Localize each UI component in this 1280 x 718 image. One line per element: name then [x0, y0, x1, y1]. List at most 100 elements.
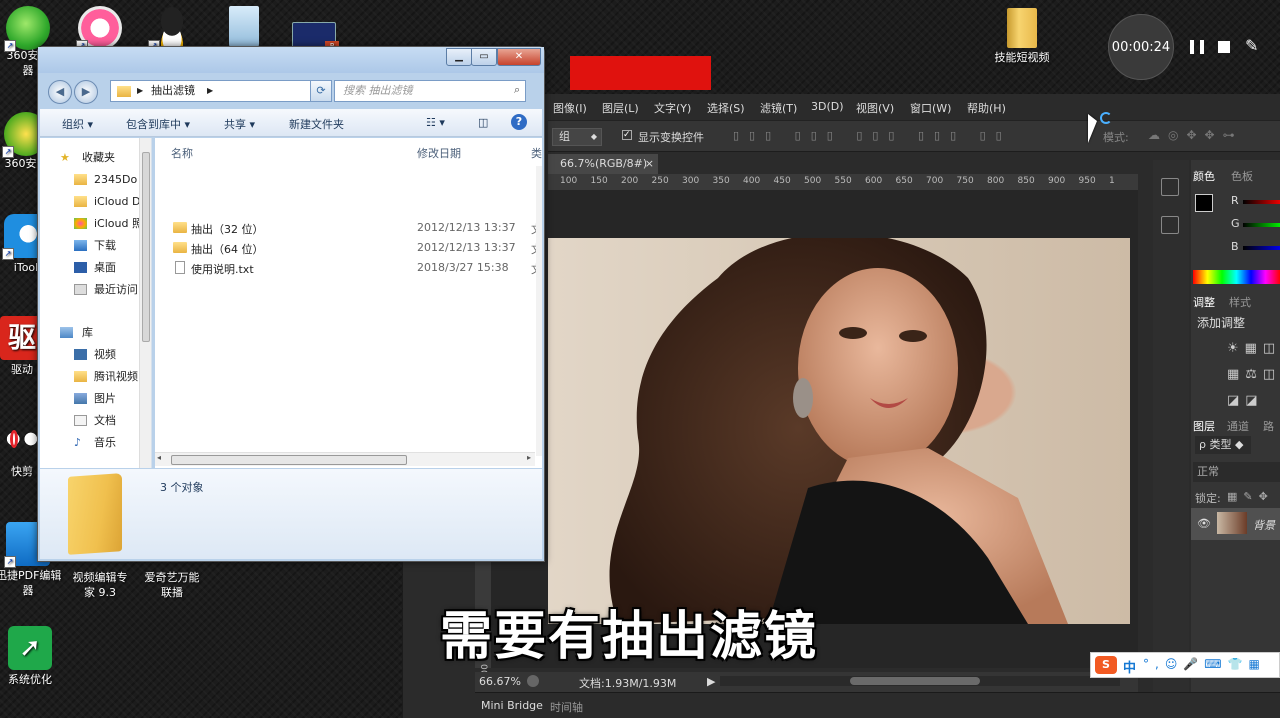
g-slider[interactable]: [1243, 223, 1280, 227]
video-icon: [74, 349, 87, 360]
properties-icon[interactable]: [1161, 216, 1179, 234]
share-button[interactable]: 共享 ▾: [224, 116, 255, 132]
ruler-tick-label: 250: [651, 176, 669, 186]
zoom-level[interactable]: 66.67%: [479, 675, 521, 688]
breadcrumb-current[interactable]: 抽出滤镜: [151, 81, 195, 101]
layer-row-background[interactable]: 👁 背景: [1191, 508, 1280, 540]
forward-button[interactable]: ▶: [74, 80, 98, 104]
ime-tool-icons[interactable]: °,☺🎤⌨👕▦: [1143, 657, 1266, 671]
menu-layer[interactable]: 图层(L): [602, 100, 639, 116]
photos-icon: [74, 218, 87, 229]
file-row[interactable]: 使用说明.txt 2018/3/27 15:38 文: [155, 258, 542, 278]
menu-view[interactable]: 视图(V): [856, 100, 894, 116]
menu-type[interactable]: 文字(Y): [654, 100, 691, 116]
tab-styles[interactable]: 样式: [1229, 294, 1251, 310]
layer-kind-filter[interactable]: ρ 类型 ◆: [1195, 436, 1251, 454]
adjustment-icons[interactable]: ☀▦◫ ▦⚖◫ ◪◪: [1227, 336, 1280, 414]
menu-select[interactable]: 选择(S): [707, 100, 745, 116]
folder-icon: [74, 196, 87, 207]
horizontal-scrollbar[interactable]: [720, 676, 1120, 686]
folder-icon: [173, 242, 187, 253]
r-slider[interactable]: [1243, 200, 1280, 204]
tab-color[interactable]: 颜色: [1193, 168, 1215, 184]
group-select[interactable]: 组 ◆: [552, 128, 602, 146]
desktop-icon-system-optimizer[interactable]: ➚ 系统优化: [0, 626, 62, 687]
desktop-icon-skill-video-folder[interactable]: 技能短视频: [990, 8, 1054, 65]
blend-mode-value: 正常: [1197, 465, 1219, 478]
search-input[interactable]: 搜索 抽出滤镜: [334, 80, 526, 102]
ruler-tick-label: 1: [1109, 176, 1115, 186]
ruler-tick-label: 150: [590, 176, 608, 186]
lock-icons[interactable]: ▦✎✥: [1227, 490, 1274, 503]
folder-icon: [173, 222, 187, 233]
ime-toolbar[interactable]: S 中 °,☺🎤⌨👕▦: [1090, 652, 1280, 678]
history-icon[interactable]: [1161, 178, 1179, 196]
pictures-icon: [74, 393, 87, 404]
tab-paths[interactable]: 路: [1263, 418, 1274, 434]
back-button[interactable]: ◀: [48, 80, 72, 104]
close-button[interactable]: ✕: [497, 48, 541, 66]
file-list-hscrollbar[interactable]: ◂ ▸: [155, 452, 535, 466]
download-folder-icon: [74, 240, 87, 251]
b-slider[interactable]: [1243, 246, 1280, 250]
nav-scrollbar[interactable]: [139, 138, 151, 468]
channel-b: B: [1231, 240, 1239, 253]
menu-filter[interactable]: 滤镜(T): [760, 100, 797, 116]
stop-icon[interactable]: [1218, 41, 1230, 53]
blend-mode-select[interactable]: 正常: [1193, 462, 1280, 482]
organize-button[interactable]: 组织 ▾: [62, 116, 93, 132]
tab-swatches[interactable]: 色板: [1231, 168, 1253, 184]
document-tab[interactable]: 66.7%(RGB/8#) ×: [548, 154, 658, 174]
tab-mini-bridge[interactable]: Mini Bridge: [481, 699, 543, 712]
details-pane: 3 个对象: [40, 469, 542, 559]
lock-label: 锁定:: [1195, 492, 1221, 505]
align-icons[interactable]: ▯▯▯ ▯▯▯ ▯▯▯ ▯▯▯ ▯▯: [733, 129, 1053, 143]
tab-adjustments[interactable]: 调整: [1193, 294, 1215, 310]
3d-mode-icons[interactable]: ☁◎✥✥⊶: [1148, 128, 1243, 142]
tab-layers[interactable]: 图层: [1193, 418, 1215, 434]
refresh-button[interactable]: ⟳: [310, 80, 332, 102]
file-row[interactable]: 抽出（32 位） 2012/12/13 13:37 文: [155, 218, 542, 238]
ime-language[interactable]: 中: [1123, 657, 1136, 676]
menu-image[interactable]: 图像(I): [553, 100, 587, 116]
close-tab-icon[interactable]: ×: [645, 154, 654, 174]
status-icon: [527, 675, 539, 687]
column-type[interactable]: 类: [531, 145, 542, 161]
tab-timeline[interactable]: 时间轴: [550, 699, 583, 715]
ruler-tick-label: 350: [712, 176, 730, 186]
status-bar: 66.67% 文档:1.93M/1.93M ▶: [475, 672, 1138, 692]
show-transform-checkbox[interactable]: ✓: [622, 130, 632, 140]
breadcrumb-arrow-icon: ▶: [207, 86, 214, 95]
view-options-icon[interactable]: ☷ ▾: [426, 116, 445, 129]
group-select-value: 组: [559, 130, 570, 143]
red-highlight-block: [570, 56, 711, 90]
file-row[interactable]: 抽出（64 位） 2012/12/13 13:37 文: [155, 238, 542, 258]
maximize-button[interactable]: ▭: [471, 48, 497, 66]
preview-pane-icon[interactable]: ◫: [478, 116, 488, 129]
explorer-window: ▁ ▭ ✕ ◀ ▶ ▶ 抽出滤镜 ▶ ▼ ⟳ 搜索 抽出滤镜 ⌕ 组织 ▾ 包含…: [37, 46, 545, 562]
new-folder-button[interactable]: 新建文件夹: [289, 116, 344, 132]
folder-icon: [117, 86, 131, 97]
add-adjustment-label: 添加调整: [1197, 316, 1246, 330]
eye-icon[interactable]: 👁: [1197, 517, 1211, 530]
column-date[interactable]: 修改日期: [417, 145, 461, 161]
menu-window[interactable]: 窗口(W): [910, 100, 951, 116]
menu-help[interactable]: 帮助(H): [967, 100, 1006, 116]
sogou-logo-icon: S: [1095, 656, 1117, 674]
address-bar[interactable]: ▶ 抽出滤镜 ▶ ▼: [110, 80, 332, 102]
ps-options-bar: 组 ◆ ✓ 显示变换控件 ▯▯▯ ▯▯▯ ▯▯▯ ▯▯▯ ▯▯ 模式: ☁◎✥✥⊶: [548, 120, 1280, 152]
help-icon[interactable]: ?: [511, 114, 527, 130]
color-spectrum[interactable]: [1193, 270, 1280, 284]
tab-channels[interactable]: 通道: [1227, 418, 1249, 434]
pen-icon[interactable]: ✎: [1245, 36, 1258, 55]
pause-icon[interactable]: [1190, 40, 1204, 54]
menu-3d[interactable]: 3D(D): [811, 100, 844, 113]
include-in-library-button[interactable]: 包含到库中 ▾: [126, 116, 190, 132]
panel-icon-strip: [1153, 160, 1189, 692]
file-list-vscrollbar[interactable]: [536, 166, 542, 456]
ruler-tick-label: 750: [956, 176, 974, 186]
column-name[interactable]: 名称: [171, 145, 193, 161]
status-menu-arrow[interactable]: ▶: [707, 675, 715, 688]
minimize-button[interactable]: ▁: [446, 48, 472, 66]
foreground-color-swatch[interactable]: [1195, 194, 1213, 212]
